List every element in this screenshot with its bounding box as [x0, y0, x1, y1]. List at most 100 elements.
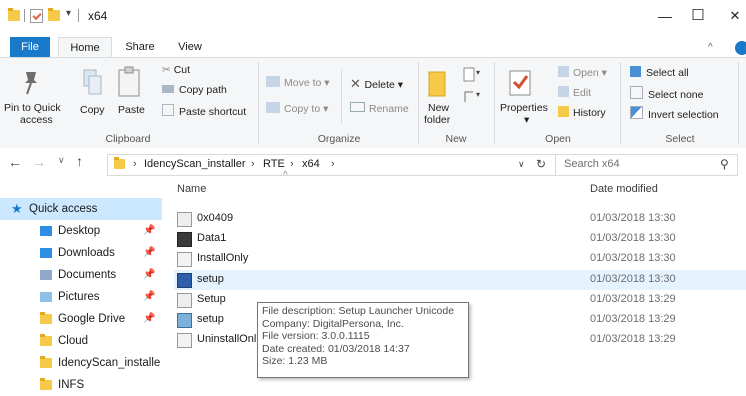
open-button[interactable]: Open ▾ [558, 66, 607, 79]
new-item-icon[interactable]: ▾ [462, 66, 480, 84]
breadcrumb-x64[interactable]: x64 [302, 158, 320, 170]
select-group-label: Select [665, 133, 695, 145]
new-folder-label-2: folder [424, 114, 451, 126]
forward-icon[interactable]: → [32, 154, 46, 170]
customize-quick-access-icon[interactable]: ▾ [66, 8, 71, 19]
file-date: 01/03/2018 13:29 [590, 313, 676, 325]
nav-item-idencyscan[interactable]: IdencyScan_installe [0, 352, 160, 374]
properties-quick-icon[interactable] [30, 9, 43, 23]
navigation-pane: ★ Quick access Desktop 📌 Downloads 📌 Doc… [0, 180, 168, 391]
cut-button[interactable]: ✂ Cut [162, 64, 190, 76]
file-date: 01/03/2018 13:30 [590, 273, 676, 285]
tab-share[interactable]: Share [117, 37, 163, 57]
paste-shortcut-label: Paste shortcut [179, 106, 247, 118]
file-name: Data1 [197, 232, 227, 244]
nav-label: IdencyScan_installe [58, 357, 161, 369]
tab-view[interactable]: View [170, 37, 210, 57]
nav-item-desktop[interactable]: Desktop 📌 [0, 220, 160, 242]
downloads-icon [40, 248, 52, 258]
edit-label: Edit [573, 87, 592, 99]
select-all-button[interactable]: Select all [630, 66, 689, 79]
refresh-icon[interactable]: ↻ [536, 157, 546, 171]
history-button[interactable]: History [558, 106, 606, 119]
column-header-date[interactable]: Date modified [590, 183, 658, 195]
select-none-button[interactable]: Select none [630, 86, 703, 101]
pin-icon[interactable]: 📌 [143, 286, 155, 308]
select-none-label: Select none [648, 89, 704, 101]
move-to-button[interactable]: Move to ▾ [266, 76, 330, 89]
copy-to-button[interactable]: Copy to ▾ [266, 102, 328, 115]
nav-item-google-drive[interactable]: Google Drive 📌 [0, 308, 160, 330]
rename-button[interactable]: Rename [350, 102, 409, 115]
breadcrumb-separator: › [290, 158, 294, 170]
pin-to-quick-access-button[interactable]: Pin to Quick [4, 102, 61, 114]
pin-icon[interactable]: 📌 [143, 308, 155, 330]
nav-item-downloads[interactable]: Downloads 📌 [0, 242, 160, 264]
nav-item-pictures[interactable]: Pictures 📌 [0, 286, 160, 308]
tab-file[interactable]: File [10, 37, 50, 57]
column-header-name[interactable]: Name [177, 183, 206, 195]
nav-item-documents[interactable]: Documents 📌 [0, 264, 160, 286]
properties-button[interactable]: Properties [500, 102, 548, 114]
search-input[interactable]: Search x64 ⚲ [555, 154, 738, 176]
back-icon[interactable]: ← [8, 154, 22, 170]
pin-icon[interactable]: 📌 [143, 264, 155, 286]
pin-label-2: access [20, 114, 53, 126]
delete-button[interactable]: ✕ Delete ▾ [350, 76, 403, 92]
settings-file-icon [177, 293, 192, 308]
nav-quick-access[interactable]: ★ Quick access [0, 198, 162, 220]
delete-label: Delete [364, 79, 395, 91]
tab-home[interactable]: Home [58, 37, 112, 58]
settings-file-icon [177, 212, 192, 227]
paste-button[interactable]: Paste [118, 104, 145, 116]
collapse-ribbon-icon[interactable]: ^ [708, 42, 713, 53]
recent-locations-icon[interactable]: ∨ [58, 155, 65, 166]
address-bar[interactable]: › IdencyScan_installer › RTE › x64 › ∨ ↻ [107, 154, 556, 176]
scissors-icon: ✂ [162, 64, 174, 76]
nav-item-cloud[interactable]: Cloud [0, 330, 160, 352]
maximize-button[interactable]: ☐ [683, 4, 713, 28]
edit-button[interactable]: Edit [558, 86, 591, 99]
minimize-button[interactable]: — [650, 4, 680, 28]
folder-icon [40, 356, 52, 368]
edit-icon [558, 86, 569, 97]
copy-to-icon [266, 102, 280, 113]
file-name: 0x0409 [197, 212, 234, 224]
nav-item-infs[interactable]: INFS [0, 374, 160, 396]
new-group-label: New [445, 133, 467, 145]
nav-label: INFS [58, 379, 85, 391]
organize-group-label: Organize [317, 133, 361, 145]
folder-icon [8, 8, 20, 21]
invert-selection-button[interactable]: Invert selection [630, 106, 719, 121]
breadcrumb-idencyscan[interactable]: IdencyScan_installer [144, 158, 246, 170]
new-folder-icon [428, 68, 446, 97]
move-to-label: Move to [284, 77, 322, 89]
breadcrumb-rte[interactable]: RTE [263, 158, 285, 170]
file-row[interactable]: Data1 01/03/2018 13:30 [174, 229, 746, 249]
svg-text:▾: ▾ [476, 68, 480, 77]
easy-access-icon[interactable]: ▾ [462, 88, 480, 106]
svg-text:▾: ▾ [476, 90, 480, 99]
up-icon[interactable]: ↑ [76, 153, 83, 169]
history-icon [558, 106, 569, 117]
file-row[interactable]: 0x0409 01/03/2018 13:30 [174, 209, 746, 229]
divider [494, 62, 495, 144]
nav-label: Downloads [58, 247, 115, 259]
file-row-selected[interactable]: setup 01/03/2018 13:30 [174, 270, 746, 290]
copy-path-button[interactable]: Copy path [162, 84, 227, 96]
paste-shortcut-button[interactable]: Paste shortcut [162, 104, 246, 118]
help-icon[interactable] [735, 41, 746, 55]
new-folder-button[interactable]: New [428, 102, 449, 114]
delete-x-icon: ✕ [350, 76, 365, 91]
new-folder-quick-icon[interactable] [48, 8, 60, 21]
pin-icon[interactable]: 📌 [143, 220, 155, 242]
pin-icon[interactable]: 📌 [143, 242, 155, 264]
close-button[interactable]: ✕ [720, 4, 746, 28]
file-date: 01/03/2018 13:30 [590, 212, 676, 224]
properties-dropdown-icon[interactable]: ▾ [524, 114, 529, 126]
address-dropdown-icon[interactable]: ∨ [518, 159, 525, 170]
documents-icon [40, 270, 52, 280]
file-row[interactable]: InstallOnly 01/03/2018 13:30 [174, 249, 746, 269]
copy-button[interactable]: Copy [80, 104, 105, 116]
copy-icon [82, 68, 102, 96]
